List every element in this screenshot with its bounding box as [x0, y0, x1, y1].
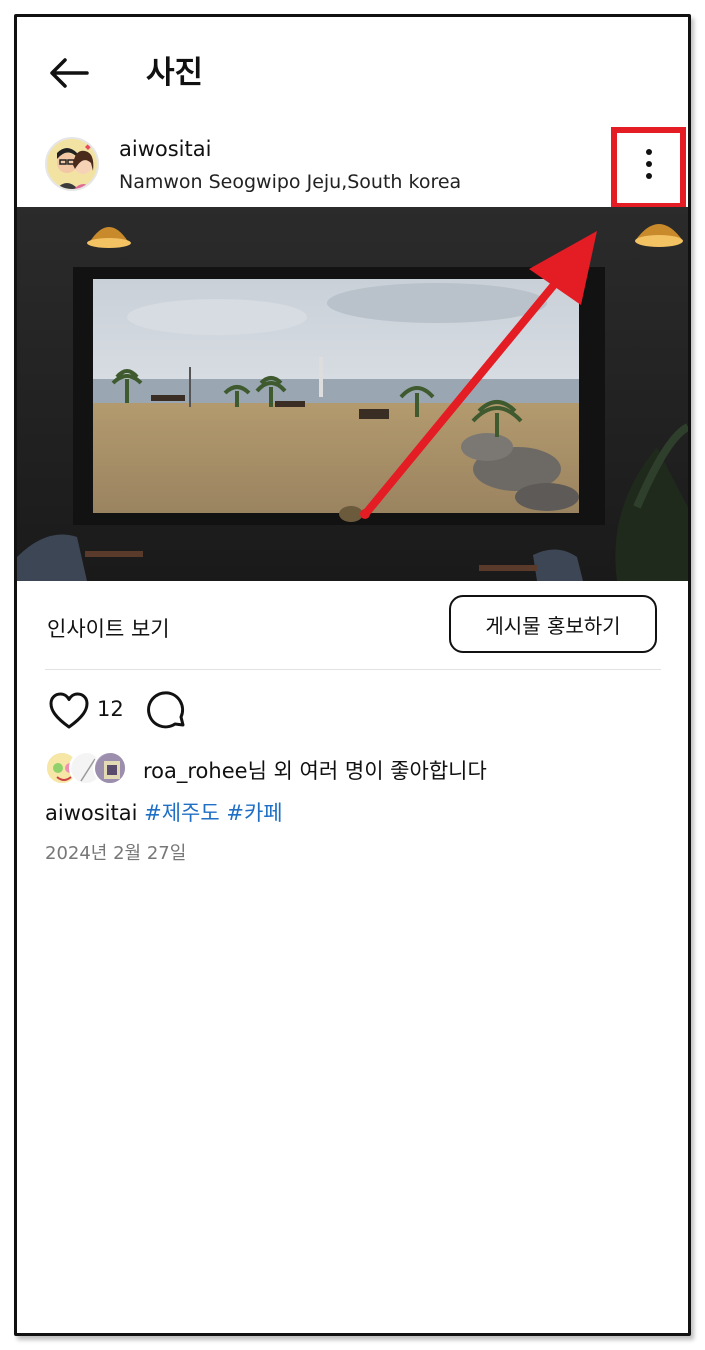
post-date: 2024년 2월 27일 [45, 843, 187, 864]
photo-avatar-image [95, 753, 125, 783]
liked-by-suffix: 님 외 여러 명이 좋아합니다 [247, 759, 487, 783]
post-username[interactable]: aiwositai [119, 137, 211, 161]
cafe-window-sea-view-image [17, 207, 688, 581]
hashtag[interactable]: #제주도 [144, 801, 220, 825]
like-count[interactable]: 12 [97, 697, 124, 721]
like-button[interactable] [47, 691, 91, 731]
avatar[interactable] [45, 137, 99, 191]
comment-bubble-icon [147, 691, 185, 729]
heart-icon [49, 692, 89, 729]
liker-username[interactable]: roa_rohee [143, 759, 248, 783]
back-button[interactable] [45, 53, 93, 93]
comment-button[interactable] [145, 691, 189, 733]
promote-post-button[interactable]: 게시물 홍보하기 [449, 595, 657, 653]
caption-author[interactable]: aiwositai [45, 801, 137, 825]
hashtag[interactable]: #카페 [226, 801, 282, 825]
top-bar: 사진 [17, 17, 688, 123]
more-vertical-icon [642, 149, 656, 189]
divider [45, 669, 661, 670]
post-photo[interactable] [17, 207, 688, 581]
liked-by-text[interactable]: roa_rohee님 외 여러 명이 좋아합니다 [143, 755, 487, 785]
arrow-left-icon [50, 58, 89, 88]
post-header: aiwositai Namwon Seogwipo Jeju,South kor… [17, 123, 688, 209]
post-caption: aiwositai #제주도 #카페 [45, 797, 283, 827]
view-insights-link[interactable]: 인사이트 보기 [47, 613, 170, 643]
liker-avatar [93, 751, 127, 785]
phone-screen: 사진 aiwositai Namwon Seogwipo Jeju,South … [14, 14, 691, 1336]
post-location[interactable]: Namwon Seogwipo Jeju,South korea [119, 171, 461, 193]
more-options-button[interactable] [611, 127, 686, 209]
liker-avatars[interactable] [45, 751, 135, 787]
couple-avatar-image [47, 139, 97, 189]
page-title: 사진 [146, 55, 204, 91]
